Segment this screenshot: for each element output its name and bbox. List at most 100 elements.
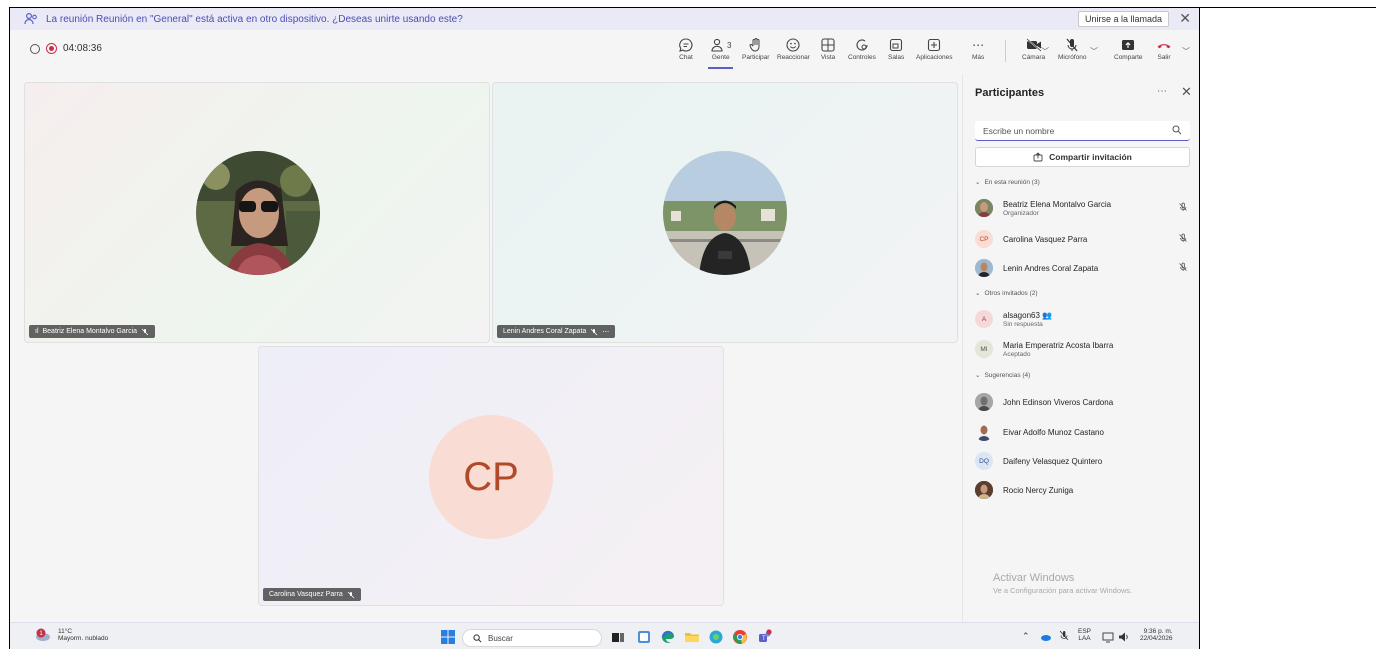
more-button[interactable]: ⋯ Más	[972, 36, 984, 61]
edge-browser-icon[interactable]	[660, 629, 676, 645]
avatar	[975, 259, 993, 277]
invitee-row[interactable]: MI Maria Emperatriz Acosta Ibarra Aceptad…	[975, 337, 1190, 361]
tile-name: Carolina Vasquez Parra	[269, 591, 343, 598]
suggestion-row[interactable]: Rocio Nercy Zuniga	[975, 478, 1190, 502]
widgets-icon[interactable]	[636, 629, 652, 645]
participant-row[interactable]: CP Carolina Vasquez Parra	[975, 227, 1190, 251]
participant-row[interactable]: Beatriz Elena Montalvo Garcia Organizador	[975, 196, 1190, 220]
mic-off-icon	[347, 591, 355, 598]
share-screen-icon	[1122, 40, 1135, 50]
windows-start-icon[interactable]	[440, 629, 456, 645]
participant-search-input[interactable]: Escribe un nombre	[975, 121, 1190, 141]
invitee-name: alsagon63	[1003, 310, 1040, 320]
section-label: En esta reunión (3)	[984, 178, 1040, 186]
add-app-icon	[928, 38, 941, 52]
section-invited[interactable]: ⌄ Otros invitados (2)	[975, 289, 1038, 298]
tray-expand-chevron-icon[interactable]: ⌃	[1022, 631, 1030, 642]
suggestion-row[interactable]: DQ Daifeny Velasquez Quintero	[975, 449, 1190, 473]
invite-status: Sin respuesta	[1003, 320, 1043, 328]
panel-more-icon[interactable]: ⋯	[1157, 86, 1167, 97]
clock-date: 22/04/2026	[1140, 635, 1173, 642]
cloud-icon: 1	[36, 628, 50, 641]
video-tile-carolina[interactable]: CP Carolina Vasquez Parra	[258, 346, 724, 606]
mic-off-icon	[1179, 262, 1187, 271]
chrome-browser-icon[interactable]	[732, 629, 748, 645]
people-label: Gente	[711, 54, 730, 61]
share-button[interactable]: Comparte	[1114, 36, 1143, 61]
teams-window: La reunión Reunión en "General" está act…	[9, 7, 1200, 649]
signal-bars-icon: ıl	[35, 328, 39, 335]
view-button[interactable]: Vista	[820, 36, 836, 61]
suggestion-row[interactable]: John Edinson Viveros Cardona	[975, 390, 1190, 414]
leave-button[interactable]: Salir	[1156, 36, 1172, 61]
windows-taskbar: 1 11°C Mayorm. nublado Buscar T ⌃ ESP LAA…	[10, 622, 1199, 649]
tile-name: Lenin Andres Coral Zapata	[503, 328, 587, 335]
meeting-timer: 04:08:36	[63, 43, 102, 54]
clock-time: 9:36 p. m.	[1143, 628, 1173, 635]
controls-button[interactable]: Controles	[848, 36, 876, 61]
leave-options-chevron-icon[interactable]: ﹀	[1182, 46, 1190, 57]
panel-close-icon[interactable]: ✕	[1181, 84, 1192, 100]
meeting-toolbar: 04:08:36 Chat 3 Gente Participar Reaccio…	[10, 30, 1199, 74]
people-count: 3	[727, 40, 732, 50]
smiley-icon	[786, 38, 800, 52]
video-tile-lenin[interactable]: Lenin Andres Coral Zapata ⋯	[492, 82, 958, 343]
participant-row[interactable]: Lenin Andres Coral Zapata	[975, 256, 1190, 280]
taskbar-search-input[interactable]: Buscar	[462, 629, 602, 647]
file-explorer-icon[interactable]	[684, 629, 700, 645]
section-suggestions[interactable]: ⌄ Sugerencias (4)	[975, 371, 1030, 380]
apps-label: Aplicaciones	[916, 54, 953, 61]
windows-activation-watermark: Activar Windows Ve a Configuración para …	[993, 572, 1132, 595]
invite-status: Aceptado	[1003, 350, 1031, 358]
people-button[interactable]: 3 Gente	[708, 36, 734, 69]
mic-button[interactable]: Micrófono	[1058, 36, 1087, 61]
suggestion-row[interactable]: Eivar Adolfo Munoz Castano	[975, 420, 1190, 444]
participant-name: Rocio Nercy Zuniga	[1003, 485, 1074, 495]
store-app-icon[interactable]	[708, 629, 724, 645]
tile-more-icon[interactable]: ⋯	[602, 328, 609, 336]
share-label: Comparte	[1114, 54, 1143, 61]
avatar: A	[975, 310, 993, 328]
tile-name: Beatriz Elena Montalvo Garcia	[42, 328, 138, 335]
banner-close-icon[interactable]: ✕	[1179, 10, 1191, 27]
rooms-button[interactable]: Salas	[888, 36, 904, 61]
section-in-meeting[interactable]: ⌄ En esta reunión (3)	[975, 178, 1040, 187]
recording-icon	[46, 43, 57, 54]
mic-off-icon	[1179, 233, 1187, 242]
system-clock[interactable]: 9:36 p. m. 22/04/2026	[1140, 628, 1173, 642]
volume-icon[interactable]	[1118, 631, 1130, 643]
people-call-icon	[24, 12, 37, 25]
mic-label: Micrófono	[1058, 54, 1087, 61]
mic-options-chevron-icon[interactable]: ﹀	[1090, 46, 1098, 57]
share-icon	[1033, 152, 1043, 162]
onedrive-cloud-icon[interactable]	[1040, 631, 1052, 643]
language-code: ESP	[1078, 628, 1092, 635]
video-tile-beatriz[interactable]: ıl Beatriz Elena Montalvo Garcia	[24, 82, 490, 343]
network-icon[interactable]	[1102, 631, 1114, 643]
weather-desc: Mayorm. nublado	[58, 635, 109, 642]
join-call-button[interactable]: Unirse a la llamada	[1077, 11, 1169, 27]
mic-tray-icon[interactable]	[1058, 630, 1070, 642]
react-button[interactable]: Reaccionar	[777, 36, 810, 61]
chat-button[interactable]: Chat	[678, 36, 694, 61]
weather-widget[interactable]: 1 11°C Mayorm. nublado	[34, 628, 108, 642]
share-invite-button[interactable]: Compartir invitación	[975, 147, 1190, 167]
task-view-icon[interactable]	[610, 629, 626, 645]
avatar: CP	[975, 230, 993, 248]
invitee-row[interactable]: A alsagon63 👥 Sin respuesta	[975, 307, 1190, 331]
camera-options-chevron-icon[interactable]: ﹀	[1041, 46, 1049, 57]
banner-message: La reunión Reunión en "General" está act…	[46, 13, 463, 25]
apps-button[interactable]: Aplicaciones	[916, 36, 953, 61]
grid-view-icon	[821, 38, 835, 52]
input-language[interactable]: ESP LAA	[1078, 628, 1091, 642]
chat-label: Chat	[679, 54, 693, 61]
participants-panel: Participantes ⋯ ✕ Escribe un nombre Comp…	[962, 74, 1199, 630]
tile-nametag: ıl Beatriz Elena Montalvo Garcia	[29, 325, 156, 338]
teams-app-icon[interactable]: T	[756, 629, 772, 645]
participant-name: Eivar Adolfo Munoz Castano	[1003, 427, 1104, 437]
raise-hand-label: Participar	[742, 54, 770, 61]
more-label: Más	[972, 54, 985, 61]
avatar: MI	[975, 340, 993, 358]
raise-hand-button[interactable]: Participar	[742, 36, 769, 61]
people-icon	[711, 38, 723, 52]
